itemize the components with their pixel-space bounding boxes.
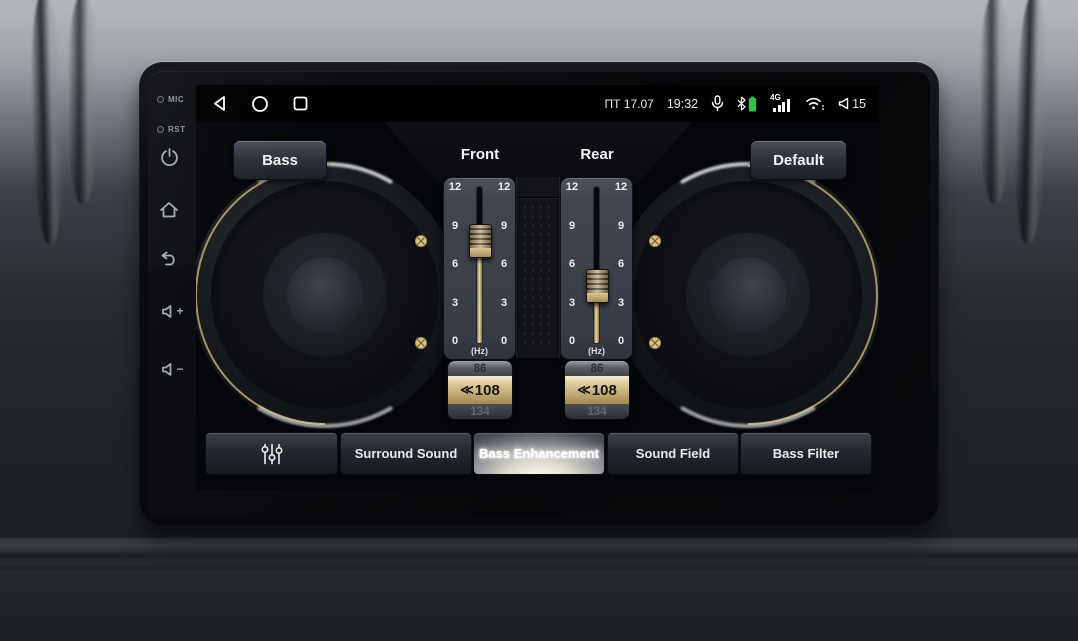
rear-fader-handle[interactable] xyxy=(586,268,609,303)
plus-glyph: + xyxy=(176,304,184,318)
right-speaker-graphic xyxy=(613,160,879,430)
home-button[interactable] xyxy=(158,199,180,221)
rear-fader: 12 9 6 3 0 12 9 6 3 0 (Hz) xyxy=(560,177,633,360)
reset-hole: RST xyxy=(157,125,186,134)
center-divider-panel xyxy=(516,177,560,358)
default-button-label: Default xyxy=(773,151,824,169)
tab-label: Surround Sound xyxy=(354,446,458,461)
unit-label: (Hz) xyxy=(588,346,605,356)
frequency-option[interactable]: 86 xyxy=(448,361,512,376)
tab-surround-sound[interactable]: Surround Sound xyxy=(340,432,472,475)
lcd-screen: ПТ 17.07 19:32 4G 15 Bass Default Front … xyxy=(196,85,879,490)
unit-label: (Hz) xyxy=(471,346,488,356)
signal-bars-icon xyxy=(773,99,790,112)
mic-label: MIC xyxy=(168,95,185,104)
dashboard-groove xyxy=(980,0,1010,204)
tab-label: Sound Field xyxy=(635,446,711,461)
screw-icon xyxy=(648,234,662,248)
dashboard-groove xyxy=(68,0,98,204)
volume-down-button[interactable]: − xyxy=(158,358,188,380)
bluetooth-icon xyxy=(737,96,746,111)
chevron-left-icon: ≪ xyxy=(577,382,591,397)
front-frequency-picker[interactable]: 86 ≪ 108 134 xyxy=(447,360,513,420)
volume-indicator: 15 xyxy=(838,97,866,111)
dashboard-trim xyxy=(0,538,1078,570)
back-arrow-icon xyxy=(161,251,175,265)
bezel-button-strip: MIC RST + − xyxy=(148,71,196,517)
fader-scale: 12 9 6 3 0 xyxy=(565,181,579,347)
front-channel-label: Front xyxy=(460,146,500,163)
nav-back-button[interactable] xyxy=(212,95,227,112)
rear-frequency-picker[interactable]: 86 ≪ 108 134 xyxy=(564,360,630,420)
speaker-icon xyxy=(162,304,172,318)
equalizer-sliders-icon xyxy=(260,443,282,464)
nav-recents-button[interactable] xyxy=(293,96,308,111)
default-button[interactable]: Default xyxy=(750,140,847,180)
dashboard-lower-panel xyxy=(0,570,1078,641)
bass-button[interactable]: Bass xyxy=(233,140,327,180)
mic-hole: MIC xyxy=(157,95,184,104)
reset-label: RST xyxy=(168,125,186,134)
screw-icon xyxy=(414,336,428,350)
tab-bass-enhancement[interactable]: Bass Enhancement xyxy=(473,432,605,475)
volume-level: 15 xyxy=(852,96,866,111)
speaker-icon xyxy=(162,362,172,376)
battery-icon xyxy=(748,96,757,111)
selected-frequency-value: 108 xyxy=(474,381,500,399)
mic-hole-icon xyxy=(157,96,164,103)
status-bar: ПТ 17.07 19:32 4G 15 xyxy=(196,85,879,122)
frequency-option[interactable]: 86 xyxy=(565,361,629,376)
screen-glass: MIC RST + − ПТ 17.07 19:32 4G 15 Bass De… xyxy=(148,71,930,517)
car-dashboard: MIC RST + − ПТ 17.07 19:32 4G 15 Bass De… xyxy=(0,0,1078,641)
tab-label: Bass Filter xyxy=(772,446,840,461)
rear-channel-label: Rear xyxy=(580,146,614,163)
chevron-left-icon: ≪ xyxy=(460,382,474,397)
head-unit: MIC RST + − ПТ 17.07 19:32 4G 15 Bass De… xyxy=(139,62,939,526)
screw-icon xyxy=(648,336,662,350)
home-icon xyxy=(160,202,178,218)
reset-hole-icon xyxy=(157,126,164,133)
nav-home-button[interactable] xyxy=(251,95,269,113)
power-button[interactable] xyxy=(158,146,180,168)
speaker-icon xyxy=(838,97,849,110)
fader-scale: 12 9 6 3 0 xyxy=(614,181,628,347)
bass-enhancement-screen: Bass Default Front Rear 12 9 6 3 0 12 9 … xyxy=(196,122,879,490)
back-button[interactable] xyxy=(158,247,180,269)
volume-up-button[interactable]: + xyxy=(158,300,188,322)
tab-label: Bass Enhancement xyxy=(479,446,599,461)
dashboard-groove xyxy=(28,0,66,245)
screw-icon xyxy=(414,234,428,248)
frequency-option[interactable]: 134 xyxy=(448,404,512,419)
front-fader-handle[interactable] xyxy=(469,223,492,258)
tab-bass-filter[interactable]: Bass Filter xyxy=(740,432,872,475)
fader-scale: 12 9 6 3 0 xyxy=(497,181,511,347)
status-time: 19:32 xyxy=(666,96,699,111)
status-date: ПТ 17.07 xyxy=(604,96,654,111)
frequency-option-selected[interactable]: ≪ 108 xyxy=(448,376,512,404)
left-speaker-graphic xyxy=(196,160,460,430)
tab-sound-field[interactable]: Sound Field xyxy=(607,432,739,475)
microphone-icon xyxy=(711,95,724,112)
front-fader: 12 9 6 3 0 12 9 6 3 0 (Hz) xyxy=(443,177,516,360)
bluetooth-battery-indicator xyxy=(737,96,757,112)
frequency-option-selected[interactable]: ≪ 108 xyxy=(565,376,629,404)
fader-scale: 12 9 6 3 0 xyxy=(448,181,462,347)
cell-signal-indicator: 4G xyxy=(770,93,792,112)
frequency-option[interactable]: 134 xyxy=(565,404,629,419)
dashboard-groove xyxy=(1012,0,1050,245)
power-icon xyxy=(160,147,178,166)
bass-button-label: Bass xyxy=(262,151,298,169)
wifi-icon xyxy=(805,96,825,111)
selected-frequency-value: 108 xyxy=(591,381,617,399)
minus-glyph: − xyxy=(176,362,184,376)
equalizer-tab[interactable] xyxy=(205,432,338,475)
